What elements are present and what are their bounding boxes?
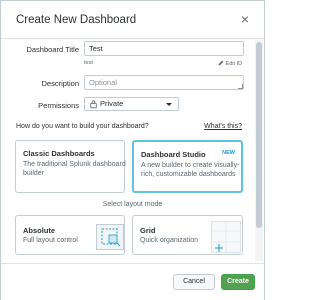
edit-id-label: Edit ID [225,61,243,67]
dialog-footer: Cancel Create [1,263,264,300]
chevron-down-icon [166,103,172,106]
permissions-value: Private [100,99,124,108]
dashboard-title-input[interactable]: Test [84,41,244,56]
new-badge: NEW [222,150,235,156]
resize-handle[interactable] [238,84,243,89]
card-description: A new builder to create visually-rich, c… [141,162,240,178]
layout-mode-prompt: Select layout mode [102,201,163,208]
absolute-layout-card[interactable]: Absolute Full layout control [15,215,125,255]
description-label: Description [41,79,79,88]
dialog-title: Create New Dashboard [16,14,137,26]
card-title: Classic Dashboards [23,149,95,158]
card-description: The traditional Splunk dashboard builder [23,161,126,177]
edit-id-link[interactable]: Edit ID [218,60,242,67]
dashboard-studio-card[interactable]: Dashboard Studio NEW A new builder to cr… [132,140,243,193]
build-question: How do you want to build your dashboard? [16,123,149,130]
scrollbar[interactable] [255,40,263,261]
layout-description: Quick organization [140,237,198,244]
dialog-header: Create New Dashboard × [1,1,264,39]
whats-this-link[interactable]: What's this? [204,123,242,130]
layout-description: Full layout control [23,237,78,244]
dashboard-id-hint: test [84,60,93,66]
grid-layout-card[interactable]: Grid Quick organization [132,215,243,255]
description-textarea[interactable]: Optional [84,75,244,90]
cancel-button[interactable]: Cancel [173,274,215,290]
lock-icon [90,100,97,109]
pencil-icon [218,60,224,66]
absolute-layout-icon [96,224,124,250]
card-title: Dashboard Studio [141,150,206,159]
create-dashboard-dialog: Create New Dashboard × Dashboard Title T… [0,0,265,300]
layout-title: Grid [140,226,156,235]
permissions-select[interactable]: Private [84,97,179,111]
classic-dashboards-card[interactable]: Classic Dashboards The traditional Splun… [15,140,126,193]
create-button[interactable]: Create [221,274,255,290]
close-icon[interactable]: × [238,12,252,26]
layout-title: Absolute [23,226,56,235]
grid-layout-icon [211,221,241,253]
permissions-label: Permissions [38,101,79,110]
dashboard-title-label: Dashboard Title [26,45,79,54]
